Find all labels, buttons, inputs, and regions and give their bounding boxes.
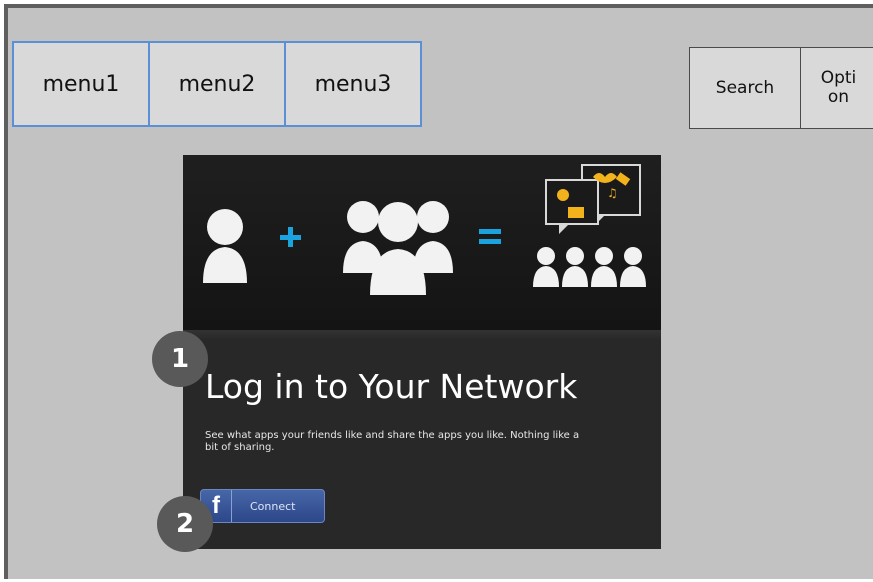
annotation-badge-2: 2	[157, 496, 213, 552]
banner-illustration: ♫	[183, 155, 661, 330]
option-label-line2: on	[827, 87, 850, 107]
network-login-panel: ♫ Log in to Your Network See what apps y…	[183, 155, 661, 549]
option-button[interactable]: Opti on	[801, 47, 873, 129]
login-description: See what apps your friends like and shar…	[205, 430, 580, 453]
login-title: Log in to Your Network	[205, 367, 578, 406]
connect-label: Connect	[250, 499, 296, 513]
svg-text:♫: ♫	[607, 186, 618, 200]
plus-icon	[280, 227, 301, 247]
search-button[interactable]: Search	[689, 47, 801, 129]
facebook-connect-button[interactable]: f Connect	[200, 489, 325, 523]
menu-item-1[interactable]: menu1	[14, 43, 150, 125]
small-people-row-icon	[533, 247, 646, 287]
group-people-icon	[343, 201, 453, 295]
toolbar-right: Search Opti on	[689, 47, 873, 129]
menu-item-2[interactable]: menu2	[150, 43, 286, 125]
annotation-badge-1: 1	[152, 331, 208, 387]
single-person-icon	[203, 209, 247, 283]
option-label-line1: Opti	[820, 68, 857, 89]
banner-divider	[183, 330, 661, 340]
menu-item-3[interactable]: menu3	[286, 43, 420, 125]
equals-icon	[479, 229, 501, 244]
people-equation-illustration: ♫	[203, 164, 646, 295]
menu-bar: menu1 menu2 menu3	[12, 41, 422, 127]
speech-bubbles-icon: ♫	[545, 164, 641, 234]
